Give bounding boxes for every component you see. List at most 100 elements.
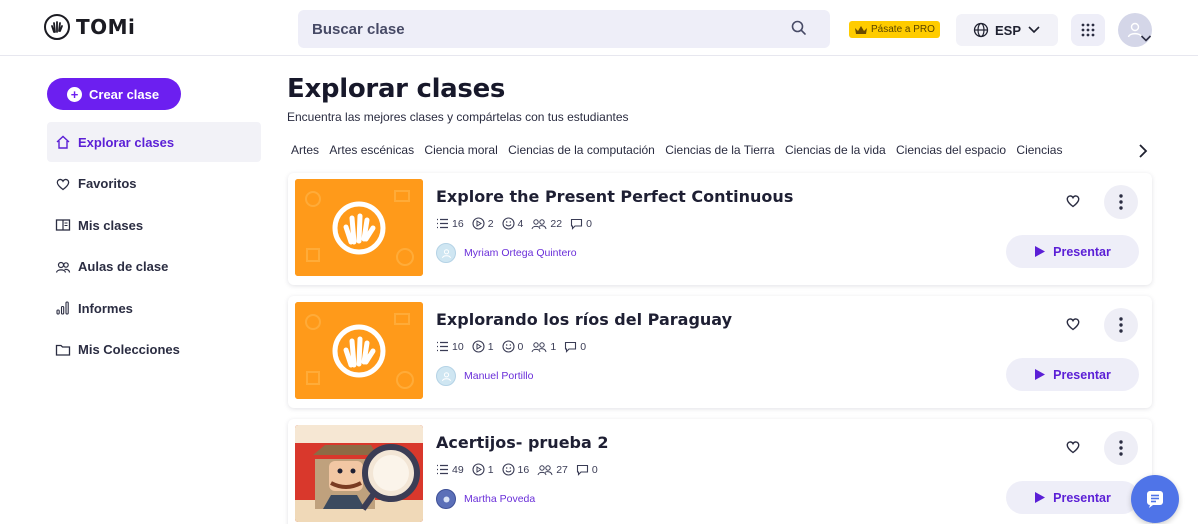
reactions-stat: 0 [501,340,524,353]
class-author[interactable]: Manuel Portillo [436,366,533,386]
categories-next-button[interactable] [1134,141,1152,161]
presentations-stat: 2 [472,217,494,230]
author-name[interactable]: Myriam Ortega Quintero [464,247,577,259]
tomi-hand-thumbnail-icon [295,179,423,276]
sidebar-item-label: Mis Colecciones [78,342,180,357]
tomi-logo[interactable]: TOMi [44,14,135,40]
favorite-button[interactable] [1060,310,1086,336]
class-title[interactable]: Acertijos- prueba 2 [436,433,609,452]
search-input[interactable] [298,10,788,48]
class-title[interactable]: Explorando los ríos del Paraguay [436,310,732,329]
more-options-button[interactable] [1104,185,1138,219]
smile-icon [501,340,515,353]
present-button[interactable]: Presentar [1006,358,1139,391]
play-icon [1035,369,1046,380]
slides-count: 16 [452,217,464,230]
reactions-stat: 16 [501,463,530,476]
heart-icon [1066,194,1080,207]
class-card[interactable]: Explore the Present Perfect Continuous 1… [288,173,1152,285]
author-name[interactable]: Manuel Portillo [464,370,533,382]
sidebar-item-classrooms[interactable]: Aulas de clase [47,247,261,287]
sidebar-item-label: Aulas de clase [78,259,169,274]
create-class-label: Crear clase [89,86,160,102]
play-circle-icon [472,340,485,353]
plus-icon: + [67,86,82,102]
chat-support-button[interactable] [1131,475,1179,523]
comments-count: 0 [580,340,587,353]
sidebar-item-explore[interactable]: Explorar clases [47,122,261,162]
reactions-count: 0 [517,340,524,353]
class-thumbnail[interactable] [295,425,423,522]
group-icon [531,341,547,352]
sidebar-item-reports[interactable]: Informes [47,288,261,328]
go-pro-button[interactable]: Pásate a PRO [849,21,940,38]
category-chip[interactable]: Ciencias de la Tierra [665,143,774,157]
apps-grid-button[interactable] [1071,14,1105,46]
bar-chart-icon [56,301,69,315]
class-thumbnail[interactable] [295,179,423,276]
comment-icon [565,341,577,353]
category-chip[interactable]: Artes escénicas [329,143,414,157]
smile-icon [501,217,515,230]
more-options-button[interactable] [1104,308,1138,342]
page-title: Explorar clases [287,74,506,104]
language-selector[interactable]: ESP [956,14,1058,46]
search-bar[interactable] [298,10,830,48]
category-chip[interactable]: Ciencias de la vida [785,143,886,157]
slides-stat: 49 [436,464,464,476]
author-name[interactable]: Martha Poveda [464,493,535,505]
present-button[interactable]: Presentar [1006,481,1139,514]
class-card[interactable]: Explorando los ríos del Paraguay 10 1 0 … [288,296,1152,408]
reactions-count: 16 [517,463,530,476]
top-header: TOMi Pásate a PRO ESP [0,0,1198,56]
category-chip[interactable]: Ciencias [1016,143,1062,157]
comments-stat: 0 [570,218,592,230]
more-vertical-icon [1119,194,1123,210]
author-avatar [436,489,456,509]
class-author[interactable]: Martha Poveda [436,489,535,509]
logo-text: TOMi [76,15,136,39]
author-avatar [436,366,456,386]
sidebar-item-label: Explorar clases [78,134,175,150]
home-icon [56,135,70,149]
presentations-stat: 1 [472,340,494,353]
sidebar-item-collections[interactable]: Mis Colecciones [47,330,261,370]
go-pro-label: Pásate a PRO [871,24,935,35]
users-icon [55,261,71,273]
heart-icon [1066,317,1080,330]
present-label: Presentar [1053,367,1111,382]
sidebar-item-my-classes[interactable]: Mis clases [47,205,261,245]
language-label: ESP [994,22,1021,38]
comments-count: 0 [591,463,598,476]
more-options-button[interactable] [1104,431,1138,465]
folder-icon [55,344,71,356]
category-filter-bar: Artes Artes escénicas Ciencia moral Cien… [291,143,1121,161]
search-icon[interactable] [790,19,808,37]
students-count: 27 [556,463,568,476]
class-title[interactable]: Explore the Present Perfect Continuous [436,187,793,206]
class-author[interactable]: Myriam Ortega Quintero [436,243,577,263]
category-chip[interactable]: Ciencia moral [424,143,497,157]
play-circle-icon [472,463,485,476]
create-class-button[interactable]: + Crear clase [47,78,181,110]
present-button[interactable]: Presentar [1006,235,1139,268]
author-avatar [436,243,456,263]
list-icon [437,341,448,352]
category-chip[interactable]: Artes [291,143,319,157]
sidebar-item-favorites[interactable]: Favoritos [47,164,261,204]
category-chip[interactable]: Ciencias de la computación [508,143,655,157]
class-thumbnail[interactable] [295,302,423,399]
students-count: 22 [550,217,563,230]
favorite-button[interactable] [1060,187,1086,213]
class-stats: 10 1 0 1 0 [436,340,586,353]
avatar-chevron-icon[interactable] [1140,34,1152,43]
user-icon [443,496,449,502]
favorite-button[interactable] [1060,433,1086,459]
present-label: Presentar [1053,244,1111,259]
slides-stat: 16 [436,218,464,230]
reactions-stat: 4 [501,217,523,230]
category-chip[interactable]: Ciencias del espacio [896,143,1006,157]
class-card[interactable]: Acertijos- prueba 2 49 1 16 27 0 Martha … [288,419,1152,524]
comments-stat: 0 [576,464,598,476]
tomi-hand-thumbnail-icon [295,302,423,399]
